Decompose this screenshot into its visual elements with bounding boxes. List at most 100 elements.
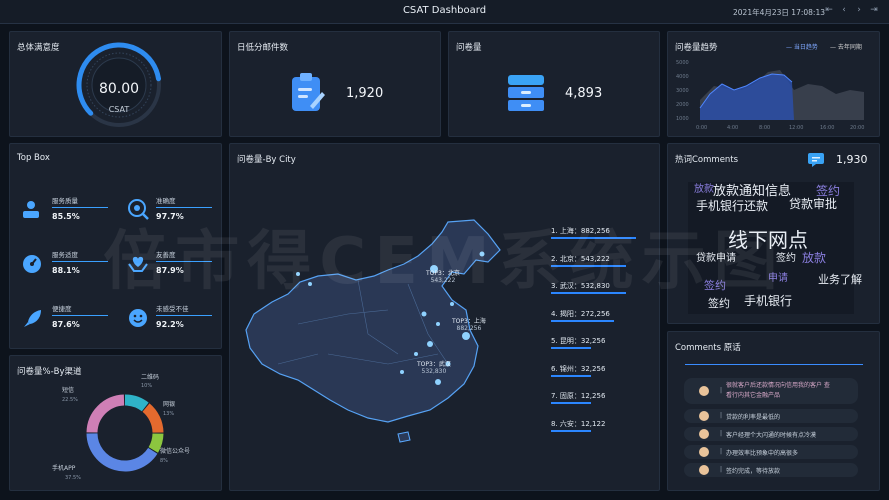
slice-label-app: 手机APP [52,464,76,472]
slice-pct-ebank: 13% [163,411,174,417]
city-panel: 问卷量-By City TOP3：北京 543,222 TOP3：上海 882,… [229,143,660,491]
callout-shanghai-value: 882,256 [456,325,482,332]
comment-separator: | [720,466,723,473]
channel-panel: 问卷量%-By渠道 二维码 10% 网银 13% 微信公众号 8% 手机APP … [9,355,222,491]
satisfaction-title: 总体满意度 [17,43,60,53]
slice-label-wechat: 微信公众号 [160,447,190,455]
survey-volume-panel: 问卷量 4,893 [448,31,660,137]
city-dot-6 [435,379,441,385]
satisfaction-panel: 总体满意度 80.00 CSAT [9,31,222,137]
word-2: 签约 [816,184,841,198]
donut-slice-4 [86,394,125,433]
x-tick-0: 0:00 [696,125,707,131]
word-5: 贷款审批 [789,197,838,211]
y-tick-3000: 3000 [676,88,689,94]
callout-wuhan-value: 532,830 [421,368,447,375]
rocket-icon [24,310,41,327]
trend-chart: 5000 4000 3000 2000 1000 0:00 4:00 8:00 … [676,60,864,131]
slice-pct-app: 37.5% [65,475,81,481]
hainan-island [397,431,411,443]
ranking-bar-6 [551,374,591,377]
comment-item[interactable]: | 签约完成，等待放款 [684,463,858,477]
metric-label-no-bad-experience: 未感受不佳 [156,305,189,313]
donut-slices [86,394,164,472]
comment-text: 贷款的利率是最低的 [726,414,781,421]
callout-wuhan-name: TOP3：武汉 [417,361,451,368]
metric-value-convenience: 87.6% [52,320,80,329]
metric-label-service-quality: 服务质量 [52,197,78,205]
ranking-bar-7 [551,402,591,404]
slice-pct-sms: 22.5% [62,397,78,403]
current-area [700,74,794,120]
comments-divider [685,364,863,365]
ranking-label-8: 8. 六安：12,122 [551,419,606,428]
comments-title: Comments 原话 [675,343,741,353]
ranking-label-5: 5. 昆明：32,256 [551,337,606,345]
next-page-button[interactable]: › [853,5,865,15]
city-title: 问卷量-By City [237,155,296,165]
ranking-label-7: 7. 固原：12,256 [551,392,606,400]
hotwords-title: 热词Comments [675,155,739,165]
survey-volume-value: 4,893 [565,86,603,101]
slice-label-qrcode: 二维码 [141,373,159,381]
comment-item[interactable]: | 贷款的利率是最低的 [684,409,858,423]
metric-bar-convenience [52,315,108,316]
donut-slice-3 [86,433,158,472]
donut-slice-0 [124,394,149,412]
callout-wuhan: TOP3：武汉 532,830 [417,359,451,375]
comment-text: 很就客户后还款情况向信用我的客户 查看行内其它金融产品 [726,382,830,399]
smile-icon [129,309,147,327]
metric-bar-no-bad-experience [156,315,212,316]
slice-label-sms: 短信 [62,386,74,394]
low-score-title: 日低分邮件数 [237,43,289,53]
x-tick-4: 4:00 [727,125,738,131]
callout-shanghai: TOP3：上海 882,256 [452,316,486,332]
legend-last-line: — [830,44,836,51]
city-dot-7 [450,302,454,306]
legend-current: — 当日趋势 [786,42,818,51]
metric-bar-accuracy [156,207,212,208]
y-tick-4000: 4000 [676,74,689,80]
y-tick-5000: 5000 [676,60,689,66]
avatar [699,447,709,457]
last-page-button[interactable]: ⇥ [868,5,880,15]
donut-slice-2 [148,433,164,453]
low-score-value: 1,920 [346,86,384,101]
slice-label-ebank: 网银 [163,400,175,408]
comment-text: 客户经理个大闪通的时候有点冷漠 [726,432,817,439]
comment-text: 办理效率比预象中的高很多 [726,450,799,457]
x-tick-16: 16:00 [820,125,834,131]
comment-item[interactable]: | 客户经理个大闪通的时候有点冷漠 [684,427,858,441]
avatar [699,411,709,421]
datetime: 2021年4月23日 17:08:13 [733,8,825,17]
y-tick-1000: 1000 [676,116,689,122]
first-page-button[interactable]: ⇤ [823,5,835,15]
word-3: 放款 [694,184,714,195]
ranking-bar-5 [551,347,591,349]
csat-value: 80.00 [98,81,140,97]
metric-label-convenience: 便捷度 [52,305,72,313]
metric-bar-service-quality [52,207,108,208]
legend-current-label: 当日趋势 [793,44,818,51]
comment-item[interactable]: | 办理效率比预象中的高很多 [684,445,858,459]
comment-item[interactable]: | 很就客户后还款情况向信用我的客户 查看行内其它金融产品 [684,378,858,404]
city-dot-2 [436,322,440,326]
top-bar: CSAT Dashboard 2021年4月23日 17:08:13 ⇤ ‹ ›… [0,0,889,24]
y-tick-2000: 2000 [676,102,689,108]
avatar [699,386,709,396]
metric-value-no-bad-experience: 92.2% [156,320,184,329]
chat-bubble-icon [808,153,824,167]
topbox-title: Top Box [17,153,50,163]
city-dot-5 [400,370,404,374]
trend-panel: 问卷量趋势 — 当日趋势 — 去年同期 5000 4000 3000 2000 … [667,31,880,137]
ranking-bar-4 [551,319,614,322]
ranking-label-4: 4. 揭阳：272,256 [551,309,610,318]
callout-shanghai-name: TOP3：上海 [452,318,486,325]
x-tick-20: 20:00 [850,125,864,131]
avatar [699,429,709,439]
x-tick-8: 8:00 [759,125,770,131]
legend-last-label: 去年同期 [837,44,862,51]
hotwords-count: 1,930 [836,153,868,166]
prev-page-button[interactable]: ‹ [838,5,850,15]
avatar [699,465,709,475]
